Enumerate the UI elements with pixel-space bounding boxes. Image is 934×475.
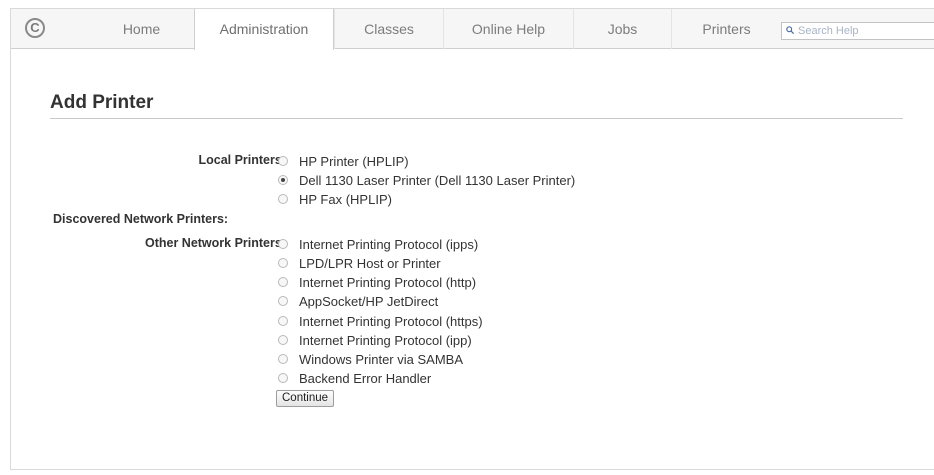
radio-option-samba[interactable]: Windows Printer via SAMBA [278, 351, 463, 367]
cups-logo-icon[interactable]: C [25, 18, 45, 38]
radio-button[interactable] [278, 373, 288, 383]
radio-button[interactable] [278, 335, 288, 345]
discovered-network-printers-label: Discovered Network Printers: [53, 212, 229, 226]
option-label: Dell 1130 Laser Printer (Dell 1130 Laser… [299, 172, 576, 188]
option-label: Internet Printing Protocol (http) [299, 274, 477, 290]
radio-option-hp-fax[interactable]: HP Fax (HPLIP) [278, 191, 392, 207]
radio-button[interactable] [278, 258, 288, 268]
radio-option-backend-error[interactable]: Backend Error Handler [278, 370, 431, 386]
radio-button[interactable] [278, 156, 288, 166]
option-label: LPD/LPR Host or Printer [299, 255, 441, 271]
radio-button[interactable] [278, 354, 288, 364]
tab-printers[interactable]: Printers [671, 9, 781, 49]
search-icon [786, 26, 794, 34]
option-label: HP Printer (HPLIP) [299, 153, 409, 169]
radio-button[interactable] [278, 277, 288, 287]
option-label: Internet Printing Protocol (ipp) [299, 332, 472, 348]
radio-option-ipp[interactable]: Internet Printing Protocol (ipp) [278, 332, 472, 348]
continue-button[interactable]: Continue [276, 390, 335, 407]
option-label: HP Fax (HPLIP) [299, 191, 392, 207]
option-label: Windows Printer via SAMBA [299, 351, 463, 367]
page-title: Add Printer [50, 92, 154, 113]
radio-option-dell-1130[interactable]: Dell 1130 Laser Printer (Dell 1130 Laser… [278, 172, 575, 188]
radio-button[interactable] [278, 316, 288, 326]
radio-option-hp-printer[interactable]: HP Printer (HPLIP) [278, 153, 409, 169]
radio-button[interactable] [278, 239, 288, 249]
tab-administration[interactable]: Administration [194, 9, 334, 50]
radio-option-ipps[interactable]: Internet Printing Protocol (ipps) [278, 236, 478, 252]
nav-tabs: Home Administration Classes Online Help … [89, 9, 781, 50]
radio-option-lpd[interactable]: LPD/LPR Host or Printer [278, 255, 441, 271]
search-placeholder: Search Help [798, 25, 859, 37]
radio-option-https[interactable]: Internet Printing Protocol (https) [278, 313, 483, 329]
option-label: AppSocket/HP JetDirect [299, 293, 439, 309]
tab-classes[interactable]: Classes [334, 9, 443, 49]
title-divider [50, 118, 903, 119]
radio-button[interactable] [278, 296, 288, 306]
radio-option-appsocket[interactable]: AppSocket/HP JetDirect [278, 293, 438, 309]
search-input[interactable]: Search Help [781, 22, 934, 40]
radio-button[interactable] [278, 194, 288, 204]
option-label: Backend Error Handler [299, 370, 432, 386]
local-printers-label: Local Printers: [198, 153, 286, 167]
option-label: Internet Printing Protocol (ipps) [299, 236, 479, 252]
option-label: Internet Printing Protocol (https) [299, 313, 483, 329]
radio-option-http[interactable]: Internet Printing Protocol (http) [278, 274, 476, 290]
other-network-printers-label: Other Network Printers: [144, 236, 286, 250]
tab-home[interactable]: Home [89, 9, 194, 49]
nav-bar: C Home Administration Classes Online Hel… [11, 9, 934, 50]
radio-button-selected[interactable] [278, 175, 288, 185]
tab-jobs[interactable]: Jobs [573, 9, 671, 49]
tab-online-help[interactable]: Online Help [443, 9, 573, 49]
